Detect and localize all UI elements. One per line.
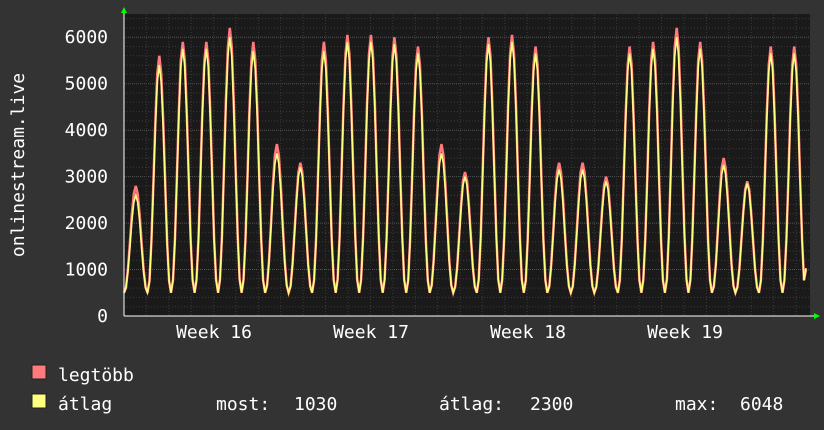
stat-max-value: 6048 [740, 394, 783, 415]
stat-now-value: 1030 [294, 394, 337, 415]
chart: 0 1000 2000 3000 4000 5000 6000 Week 16 Week 17… [8, 7, 820, 415]
y-tick-label: 6000 [65, 27, 108, 48]
x-tick-label: Week 19 [647, 322, 723, 343]
y-tick-label: 2000 [65, 213, 108, 234]
y-tick-label: 1000 [65, 260, 108, 281]
legend-label-max: legtöbb [58, 365, 134, 386]
y-tick-labels: 0 1000 2000 3000 4000 5000 6000 [65, 27, 108, 327]
stat-avg-label: átlag: [439, 394, 504, 415]
x-tick-label: Week 16 [176, 322, 252, 343]
y-axis-arrow [121, 7, 127, 13]
legend-swatch-max [31, 364, 47, 380]
y-tick-label: 5000 [65, 74, 108, 95]
stat-avg-value: 2300 [530, 394, 573, 415]
x-tick-labels: Week 16 Week 17 Week 18 Week 19 [176, 322, 723, 343]
x-tick-label: Week 17 [333, 322, 409, 343]
legend-swatch-avg [31, 393, 47, 409]
y-axis-title: onlinestream.live [8, 73, 29, 257]
x-axis-arrow [814, 313, 820, 319]
legend-label-avg: átlag [58, 394, 112, 415]
y-tick-label: 3000 [65, 167, 108, 188]
x-tick-label: Week 18 [490, 322, 566, 343]
stat-max-label: max: [675, 394, 718, 415]
stat-now-label: most: [216, 394, 270, 415]
y-tick-label: 4000 [65, 120, 108, 141]
y-tick-label: 0 [97, 306, 108, 327]
